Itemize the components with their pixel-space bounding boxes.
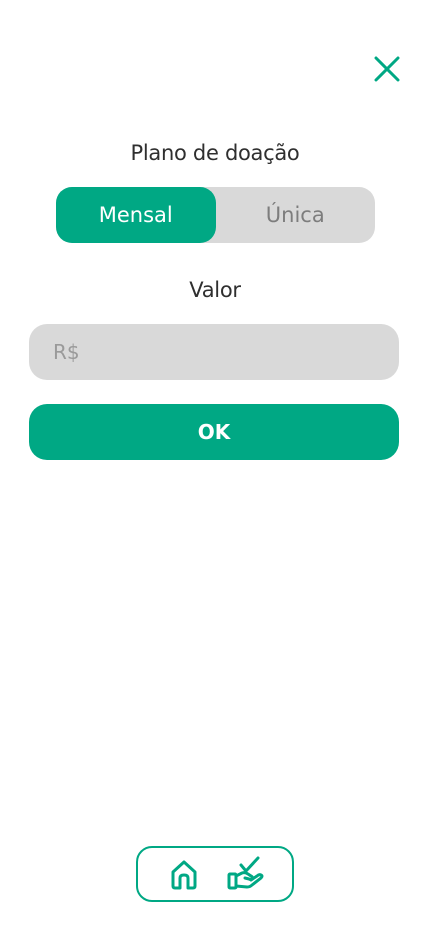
value-label: Valor	[189, 278, 241, 302]
plan-toggle: Mensal Única	[56, 187, 375, 243]
bottom-nav	[136, 846, 294, 902]
plan-option-unica[interactable]: Única	[216, 187, 376, 243]
donate-hand-icon	[227, 856, 264, 890]
close-icon	[374, 56, 400, 82]
ok-button[interactable]: OK	[29, 404, 399, 460]
plan-option-mensal[interactable]: Mensal	[56, 187, 216, 243]
close-button[interactable]	[372, 54, 402, 84]
nav-donations[interactable]	[226, 854, 266, 894]
nav-home[interactable]	[164, 854, 204, 894]
plan-label: Plano de doação	[130, 141, 300, 165]
home-icon	[171, 860, 197, 890]
amount-field	[29, 324, 399, 380]
amount-input[interactable]	[53, 340, 399, 364]
